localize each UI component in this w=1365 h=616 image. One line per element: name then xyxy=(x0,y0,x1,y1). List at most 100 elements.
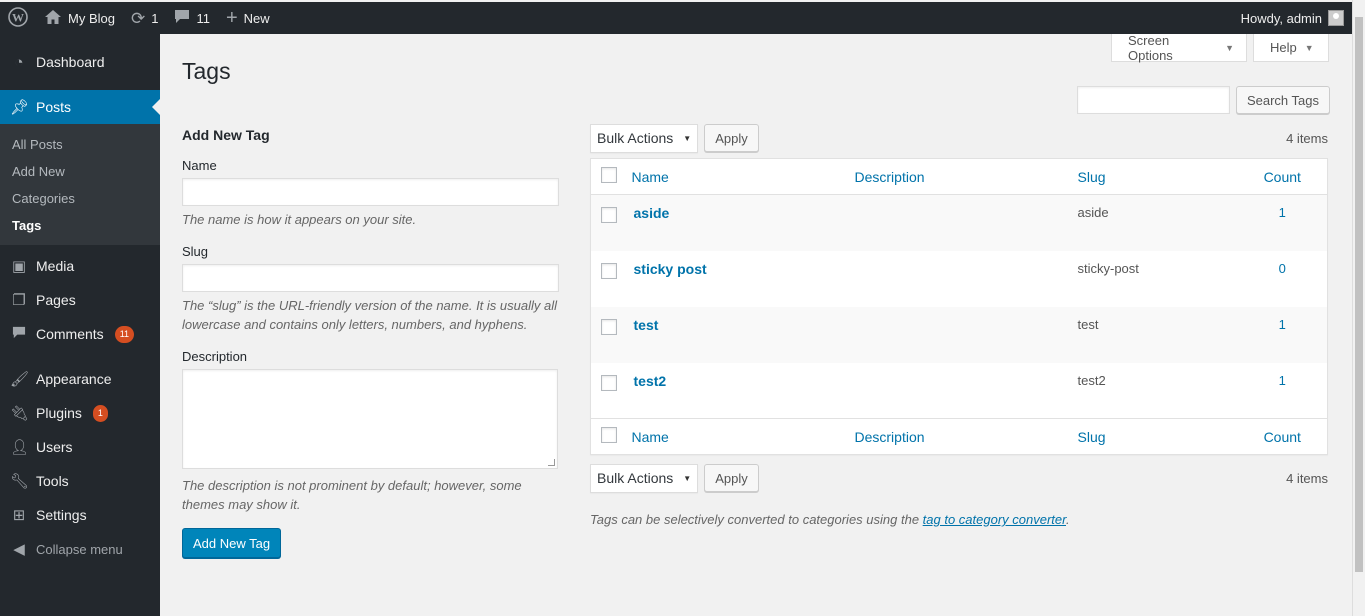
pushpin-icon: 📌︎ xyxy=(10,99,30,116)
main-content: Screen Options ▼ Help ▼ Tags Search Tags… xyxy=(160,32,1352,616)
add-new-tag-button[interactable]: Add New Tag xyxy=(182,528,282,558)
menu-comments[interactable]: Comments 11 xyxy=(0,317,160,351)
menu-tools[interactable]: 🔧︎ Tools xyxy=(0,464,160,498)
dashboard-gauge-icon: ◔ xyxy=(14,53,24,71)
items-count-bottom: 4 items xyxy=(1286,470,1328,486)
apply-button-bottom[interactable]: Apply xyxy=(704,464,759,492)
row-name-cell: aside xyxy=(632,195,855,251)
column-description-footer[interactable]: Description xyxy=(854,418,1078,455)
menu-media[interactable]: ▣ Media xyxy=(0,249,160,283)
howdy-label: Howdy, admin xyxy=(1240,10,1322,26)
column-slug-footer[interactable]: Slug xyxy=(1077,418,1238,455)
tag-name-link[interactable]: test2 xyxy=(634,373,667,389)
description-label: Description xyxy=(182,349,248,364)
wordpress-logo-menu[interactable]: W xyxy=(0,2,36,34)
admin-menu: ◔ Dashboard 📌︎ Posts All Posts Add New C… xyxy=(0,34,160,616)
scrollbar-thumb[interactable] xyxy=(1355,17,1363,572)
vertical-scrollbar[interactable] xyxy=(1352,0,1365,616)
row-checkbox[interactable] xyxy=(601,374,617,391)
column-name-footer[interactable]: Name xyxy=(631,418,855,455)
tag-slug-input[interactable] xyxy=(182,264,559,292)
tag-name-link[interactable]: aside xyxy=(634,205,670,221)
row-checkbox[interactable] xyxy=(601,318,617,335)
menu-label: Comments xyxy=(36,326,104,342)
tag-count-link[interactable]: 1 xyxy=(1279,205,1286,220)
submenu-all-posts[interactable]: All Posts xyxy=(0,131,160,158)
row-checkbox[interactable] xyxy=(601,207,617,223)
name-description: The name is how it appears on your site. xyxy=(182,212,417,227)
table-header-row: Name Description Slug Count xyxy=(590,158,1328,195)
row-description xyxy=(855,307,1078,363)
menu-posts[interactable]: 📌︎ Posts xyxy=(0,90,160,124)
site-name-menu[interactable]: My Blog xyxy=(36,2,123,34)
comments-count: 11 xyxy=(196,10,210,26)
slug-label: Slug xyxy=(182,244,209,259)
submenu-add-new[interactable]: Add New xyxy=(0,158,160,185)
bulk-actions-select-top[interactable]: Bulk Actions ▼ xyxy=(590,123,699,153)
column-description[interactable]: Description xyxy=(854,158,1078,195)
apply-button-top[interactable]: Apply xyxy=(704,124,759,152)
comments-menu[interactable]: 11 xyxy=(166,2,218,34)
plugin-plug-icon: 🔌︎ xyxy=(10,405,30,422)
tag-name-input[interactable] xyxy=(182,178,559,206)
row-name-cell: sticky post xyxy=(632,251,855,307)
tag-name-link[interactable]: sticky post xyxy=(634,261,707,277)
tags-table: Name Description Slug Count aside aside … xyxy=(590,158,1328,455)
updates-menu[interactable]: ⟳ 1 xyxy=(123,2,166,34)
add-tag-form: Add New Tag Name The name is how it appe… xyxy=(182,126,559,558)
select-all-checkbox-bottom[interactable] xyxy=(601,427,617,443)
menu-label: Users xyxy=(36,439,73,455)
site-name-label: My Blog xyxy=(68,10,115,26)
count-link-cell: 1 xyxy=(1238,195,1328,251)
bulk-actions-select-bottom[interactable]: Bulk Actions ▼ xyxy=(590,463,699,493)
tablenav-bottom: Bulk Actions ▼ Apply 4 items xyxy=(590,463,1328,493)
search-tags-button[interactable]: Search Tags xyxy=(1235,86,1330,114)
slug-description: The “slug” is the URL-friendly version o… xyxy=(182,298,557,332)
tag-count-link[interactable]: 1 xyxy=(1279,317,1286,332)
menu-appearance[interactable]: 🖌︎ Appearance xyxy=(0,362,160,396)
collapse-label: Collapse menu xyxy=(36,541,123,557)
comments-badge: 11 xyxy=(114,325,135,343)
column-count-footer[interactable]: Count xyxy=(1237,418,1328,455)
help-button[interactable]: Help ▼ xyxy=(1253,34,1329,62)
collapse-menu-button[interactable]: ◀ Collapse menu xyxy=(0,532,160,566)
search-tags-input[interactable] xyxy=(1076,86,1230,114)
comment-bubble-icon xyxy=(174,9,190,27)
submenu-tags[interactable]: Tags xyxy=(0,212,160,239)
tag-count-link[interactable]: 1 xyxy=(1279,373,1286,388)
row-checkbox[interactable] xyxy=(601,262,617,279)
screen-options-label: Screen Options xyxy=(1128,32,1173,63)
user-icon: 👤︎ xyxy=(10,439,30,456)
tag-name-link[interactable]: test xyxy=(634,317,659,333)
screen-options-button[interactable]: Screen Options ▼ xyxy=(1111,32,1247,63)
tag-count-link[interactable]: 0 xyxy=(1279,261,1286,276)
menu-label: Pages xyxy=(36,292,76,308)
column-count[interactable]: Count xyxy=(1237,158,1328,195)
new-label: New xyxy=(243,10,270,26)
select-all-checkbox[interactable] xyxy=(601,167,617,183)
row-name-cell: test2 xyxy=(632,363,855,419)
bulk-actions-value: Bulk Actions xyxy=(597,130,674,146)
menu-settings[interactable]: ⊞ Settings xyxy=(0,498,160,532)
page-title: Tags xyxy=(182,58,231,84)
submenu-categories[interactable]: Categories xyxy=(0,185,160,212)
name-label: Name xyxy=(182,158,217,173)
table-row: sticky post sticky-post 0 xyxy=(591,251,1328,307)
column-slug[interactable]: Slug xyxy=(1077,158,1238,195)
menu-dashboard[interactable]: ◔ Dashboard xyxy=(0,45,160,79)
tag-description-textarea[interactable] xyxy=(182,369,558,469)
select-arrow-icon: ▼ xyxy=(683,133,692,143)
column-name[interactable]: Name xyxy=(631,158,855,195)
table-row: test2 test2 1 xyxy=(591,363,1328,419)
tag-converter-link[interactable]: tag to category converter xyxy=(923,512,1066,527)
menu-users[interactable]: 👤︎ Users xyxy=(0,430,160,464)
bulk-actions-value: Bulk Actions xyxy=(597,470,674,486)
my-account-menu[interactable]: Howdy, admin xyxy=(1233,2,1352,34)
wrench-icon: 🔧︎ xyxy=(10,473,30,490)
row-description xyxy=(855,195,1078,251)
count-link-cell: 0 xyxy=(1238,251,1328,307)
menu-pages[interactable]: ❐ Pages xyxy=(0,283,160,317)
menu-plugins[interactable]: 🔌︎ Plugins 1 xyxy=(0,396,160,430)
menu-label: Dashboard xyxy=(36,54,105,70)
new-content-menu[interactable]: + New xyxy=(218,2,278,34)
